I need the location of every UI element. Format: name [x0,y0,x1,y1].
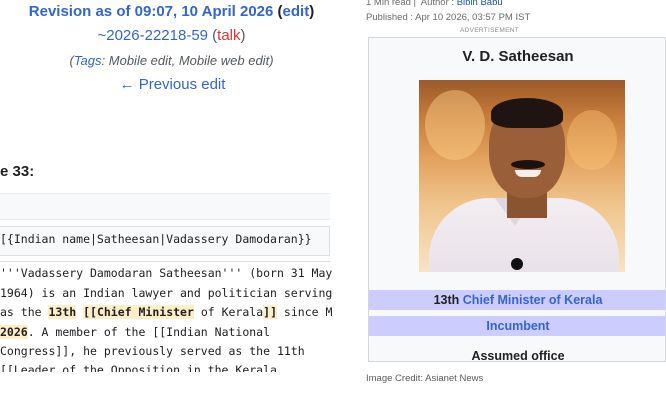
diff-line-changed: as the 13th [[Chief Minister of Kerala]]… [0,305,333,319]
revision-title: Revision as of 09:07, 10 April 2026 (edi… [28,3,315,20]
diff-highlight: 2026 [0,325,28,339]
diff-highlight: ]] [263,305,277,319]
diff-line: Congress]], he previously served as the … [0,344,305,358]
image-credit: Image Credit: Asianet News [366,373,484,384]
diff-line: '''Vadassery Damodaran Satheesan''' (bor… [0,266,333,280]
diff-line-changed: 2026. A member of the [[Indian National [0,325,271,339]
microphone-icon [511,258,523,270]
diff-line: [[Leader of the Opposition in the Kerala [0,363,277,372]
article-meta: 1 Min read | Author : Bibin Babu [366,0,503,8]
published-date: Published : Apr 10 2026, 03:57 PM IST [366,12,531,23]
news-article-panel: 1 Min read | Author : Bibin Babu Publish… [355,0,666,400]
diff-context-line: [{Indian name|Satheesan|Vadassery Damoda… [0,232,312,246]
infobox-assumed-office: Assumed office [471,349,565,362]
office-link[interactable]: Chief Minister of Kerala [463,293,603,307]
talk-link[interactable]: talk [217,27,240,44]
edit-link[interactable]: edit [283,3,310,20]
diff-highlight: 13th [48,305,77,319]
diff-highlight: [[Chief Minister [83,305,194,319]
infobox-office: 13th Chief Minister of Kerala [433,293,603,307]
infobox-image: V. D. Satheesan 13th Chief Minister of K… [368,37,666,362]
tags-link[interactable]: Tags [74,53,102,68]
revision-timestamp-link[interactable]: Revision as of 09:07, 10 April 2026 [29,3,274,20]
tags-value: Mobile edit, Mobile web edit [108,53,270,68]
advertisement-label: ADVERTISEMENT [460,27,520,34]
user-link[interactable]: ~2026-22218-59 [97,27,208,44]
infobox-name: V. D. Satheesan [462,48,574,65]
read-time: 1 Min read [366,0,411,8]
diff-line-header: e 33: [0,163,35,180]
revision-user: ~2026-22218-59 (talk) [97,27,246,44]
wiki-diff-panel: Revision as of 09:07, 10 April 2026 (edi… [0,0,333,372]
previous-edit-link[interactable]: ← Previous edit [0,76,333,93]
revision-tags: (Tags: Mobile edit, Mobile web edit) [69,53,274,68]
diff-header-bar [0,193,330,220]
infobox-incumbent[interactable]: Incumbent [369,319,665,333]
diff-line: 1964) is an Indian lawyer and politician… [0,286,333,300]
author-link[interactable]: Bibin Babu [457,0,503,8]
portrait-photo [419,80,625,272]
author-label: Author : [420,0,455,8]
